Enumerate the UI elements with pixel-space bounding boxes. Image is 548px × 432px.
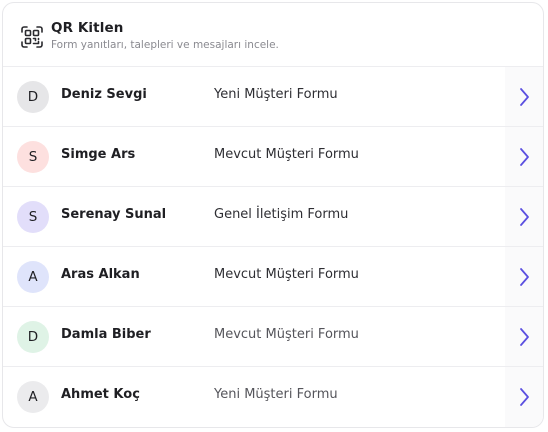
form-type: Yeni Müşteri Formu — [214, 387, 338, 402]
qr-scan-icon — [20, 25, 44, 49]
person-name: Damla Biber — [61, 327, 151, 342]
chevron-right-icon — [520, 327, 529, 346]
list-item[interactable]: D Deniz Sevgi Yeni Müşteri Formu — [3, 67, 543, 127]
form-type: Mevcut Müşteri Formu — [214, 267, 359, 282]
avatar: D — [17, 321, 49, 353]
list-item[interactable]: D Damla Biber Mevcut Müşteri Formu — [3, 307, 543, 367]
chevron-right-icon — [520, 207, 529, 226]
avatar: A — [17, 261, 49, 293]
person-name: Serenay Sunal — [61, 207, 167, 222]
list-item[interactable]: A Aras Alkan Mevcut Müşteri Formu — [3, 247, 543, 307]
card-header: QR Kitlen Form yanıtları, talepleri ve m… — [3, 3, 543, 67]
chevron-right-icon — [520, 147, 529, 166]
person-name: Aras Alkan — [61, 267, 140, 282]
page-subtitle: Form yanıtları, talepleri ve mesajları i… — [51, 39, 279, 51]
avatar: D — [17, 81, 49, 113]
person-name: Deniz Sevgi — [61, 87, 147, 102]
page-title: QR Kitlen — [51, 20, 124, 36]
avatar: A — [17, 381, 49, 413]
qr-submissions-card: QR Kitlen Form yanıtları, talepleri ve m… — [2, 2, 544, 428]
list-item[interactable]: S Serenay Sunal Genel İletişim Formu — [3, 187, 543, 247]
form-type: Yeni Müşteri Formu — [214, 87, 338, 102]
open-row-button[interactable] — [505, 307, 543, 366]
person-name: Simge Ars — [61, 147, 136, 162]
open-row-button[interactable] — [505, 247, 543, 306]
list-item[interactable]: S Simge Ars Mevcut Müşteri Formu — [3, 127, 543, 187]
open-row-button[interactable] — [505, 67, 543, 126]
chevron-right-icon — [520, 388, 529, 406]
form-type: Genel İletişim Formu — [214, 207, 349, 222]
open-row-button[interactable] — [505, 127, 543, 186]
avatar: S — [17, 141, 49, 173]
form-type: Mevcut Müşteri Formu — [214, 327, 359, 342]
form-type: Mevcut Müşteri Formu — [214, 147, 359, 162]
avatar: S — [17, 201, 49, 233]
chevron-right-icon — [520, 267, 529, 286]
open-row-button[interactable] — [505, 187, 543, 246]
list-item[interactable]: A Ahmet Koç Yeni Müşteri Formu — [3, 367, 543, 427]
person-name: Ahmet Koç — [61, 387, 140, 402]
submission-list: D Deniz Sevgi Yeni Müşteri Formu S Simge… — [3, 67, 543, 427]
open-row-button[interactable] — [505, 367, 543, 427]
chevron-right-icon — [520, 87, 529, 106]
